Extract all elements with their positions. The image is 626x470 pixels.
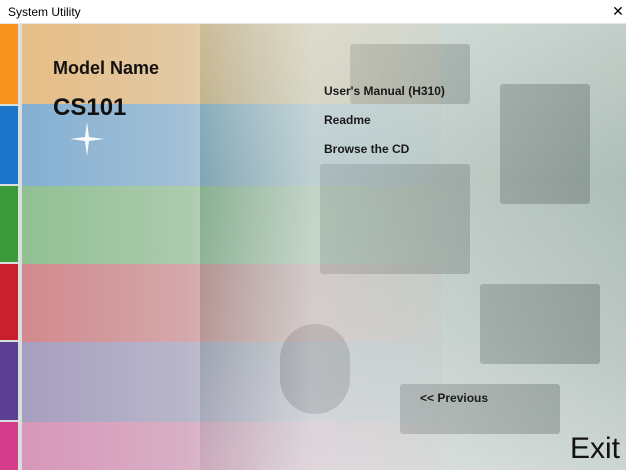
tab-orange (0, 24, 18, 104)
tab-blue (0, 106, 18, 184)
title-bar: System Utility ✕ (0, 0, 626, 24)
sparkle-icon (70, 122, 104, 156)
close-icon[interactable]: ✕ (610, 0, 626, 23)
window-title: System Utility (8, 5, 81, 19)
model-name-value: CS101 (53, 94, 127, 121)
tab-pink (0, 422, 18, 470)
users-manual-link[interactable]: User's Manual (H310) (324, 84, 445, 98)
tab-purple (0, 342, 18, 420)
readme-link[interactable]: Readme (324, 113, 371, 127)
main-panel: Model Name CS101 User's Manual (H310) Re… (0, 24, 626, 470)
tab-green (0, 186, 18, 262)
tab-red (0, 264, 18, 340)
background-fade (0, 24, 626, 470)
model-name-label: Model Name (53, 58, 160, 78)
previous-button[interactable]: << Previous (420, 391, 488, 405)
exit-button[interactable]: Exit (570, 432, 620, 466)
browse-cd-link[interactable]: Browse the CD (324, 142, 409, 156)
